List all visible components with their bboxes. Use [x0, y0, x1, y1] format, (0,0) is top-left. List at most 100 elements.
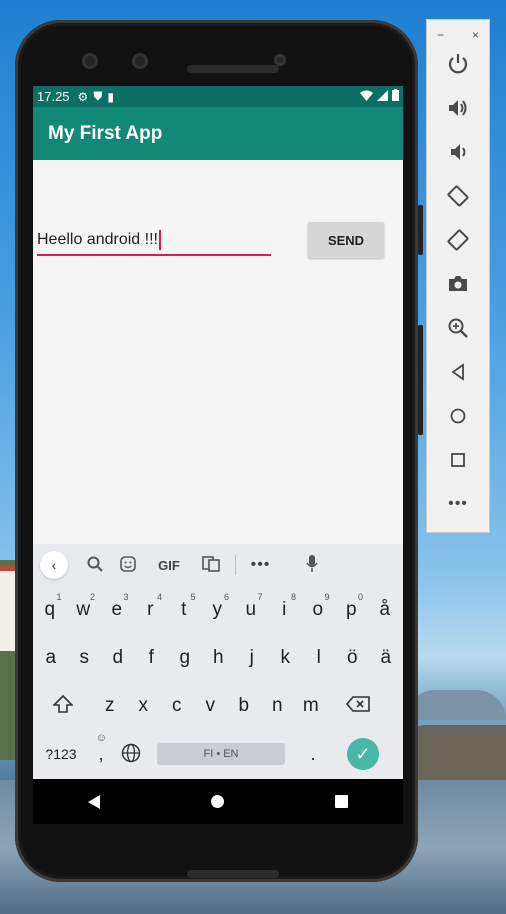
keyboard-row-3: zxcvbnm — [33, 682, 403, 730]
shift-key[interactable] — [33, 694, 93, 718]
key-hint: 5 — [190, 592, 196, 602]
checkmark-icon: ✓ — [355, 743, 371, 764]
soft-keyboard: ‹ GIF ••• q1w2e3r4t5y6u7i8o9p0å asdfghjk… — [33, 544, 403, 779]
key-f[interactable]: f — [135, 647, 169, 669]
phone-earpiece — [187, 65, 279, 73]
send-button[interactable]: SEND — [308, 222, 384, 258]
key-g[interactable]: g — [168, 647, 202, 669]
key-k[interactable]: k — [269, 647, 303, 669]
toolbar-divider — [235, 555, 236, 575]
close-button[interactable]: × — [472, 28, 479, 42]
key-j[interactable]: j — [235, 647, 269, 669]
key-r[interactable]: r4 — [134, 592, 168, 621]
overview-icon[interactable] — [427, 438, 489, 482]
key-q[interactable]: q1 — [33, 592, 67, 621]
language-globe-icon[interactable] — [113, 743, 149, 766]
key-y[interactable]: y6 — [201, 592, 235, 621]
backspace-key[interactable] — [328, 695, 388, 717]
message-input-text: Heello android !!! — [37, 231, 158, 248]
key-hint: 2 — [89, 592, 95, 602]
key-u[interactable]: u7 — [234, 592, 268, 621]
key-z[interactable]: z — [93, 695, 127, 717]
sd-card-icon: ▮ — [107, 89, 114, 104]
more-icon[interactable]: ••• — [427, 482, 489, 526]
nav-overview-icon[interactable] — [334, 795, 348, 808]
keyboard-row-1: q1w2e3r4t5y6u7i8o9p0å — [33, 586, 403, 634]
background-rocks — [405, 725, 506, 780]
key-hint: 4 — [156, 592, 162, 602]
key-v[interactable]: v — [194, 695, 228, 717]
key-ä[interactable]: ä — [369, 647, 403, 669]
keyboard-row-4: ?123 , ☺ FI • EN . ✓ — [33, 730, 403, 778]
camera-icon[interactable] — [427, 262, 489, 306]
key-hint: 3 — [123, 592, 129, 602]
gif-button[interactable]: GIF — [144, 558, 194, 573]
shield-icon: ⛊ — [93, 89, 103, 103]
key-p[interactable]: p0 — [335, 592, 369, 621]
phone-volume-button — [418, 325, 423, 435]
translate-icon[interactable] — [194, 555, 227, 575]
key-hint: 7 — [257, 592, 263, 602]
key-ö[interactable]: ö — [336, 647, 370, 669]
back-icon[interactable] — [427, 350, 489, 394]
enter-key[interactable]: ✓ — [347, 738, 379, 770]
status-bar: 17.25 ⚙ ⛊ ▮ — [33, 86, 403, 107]
key-label: q — [44, 599, 56, 620]
key-l[interactable]: l — [302, 647, 336, 669]
key-label: å — [379, 599, 391, 620]
settings-icon: ⚙ — [77, 89, 89, 104]
system-nav-bar — [33, 779, 403, 824]
key-hint: 1 — [56, 592, 62, 602]
rotate-left-icon[interactable] — [427, 174, 489, 218]
sticker-icon[interactable] — [111, 555, 144, 575]
nav-back-icon[interactable] — [88, 794, 101, 809]
key-i[interactable]: i8 — [268, 592, 302, 621]
key-å[interactable]: å — [368, 599, 402, 621]
key-c[interactable]: c — [160, 695, 194, 717]
nav-home-icon[interactable] — [210, 795, 224, 808]
volume-up-icon[interactable] — [427, 86, 489, 130]
key-t[interactable]: t5 — [167, 592, 201, 621]
minimize-button[interactable]: − — [437, 28, 444, 42]
key-e[interactable]: e3 — [100, 592, 134, 621]
key-b[interactable]: b — [227, 695, 261, 717]
space-key[interactable]: FI • EN — [157, 743, 285, 765]
key-a[interactable]: a — [34, 647, 68, 669]
signal-icon — [377, 89, 388, 104]
rotate-right-icon[interactable] — [427, 218, 489, 262]
key-n[interactable]: n — [261, 695, 295, 717]
zoom-icon[interactable] — [427, 306, 489, 350]
key-d[interactable]: d — [101, 647, 135, 669]
home-icon[interactable] — [427, 394, 489, 438]
key-o[interactable]: o9 — [301, 592, 335, 621]
keyboard-row-2: asdfghjklöä — [33, 634, 403, 682]
key-label: t — [181, 599, 187, 620]
key-hint: 0 — [357, 592, 363, 602]
key-s[interactable]: s — [68, 647, 102, 669]
status-time: 17.25 — [37, 89, 70, 104]
key-label: y — [212, 599, 223, 620]
volume-down-icon[interactable] — [427, 130, 489, 174]
key-m[interactable]: m — [294, 695, 328, 717]
power-icon[interactable] — [427, 42, 489, 86]
message-input[interactable]: Heello android !!! — [37, 226, 271, 256]
phone-side-button — [418, 205, 423, 255]
phone-bottom-speaker — [187, 870, 279, 878]
phone-screen: 17.25 ⚙ ⛊ ▮ My First App Heello android … — [33, 86, 403, 824]
emoji-hint-icon: ☺ — [95, 731, 107, 744]
key-label: u — [245, 599, 257, 620]
background-hills — [405, 690, 506, 720]
key-x[interactable]: x — [127, 695, 161, 717]
key-w[interactable]: w2 — [67, 592, 101, 621]
key-h[interactable]: h — [202, 647, 236, 669]
chevron-left-icon: ‹ — [51, 557, 57, 573]
battery-icon — [392, 89, 399, 104]
microphone-icon[interactable] — [295, 554, 328, 576]
comma-key[interactable]: , ☺ — [89, 732, 113, 765]
more-options-icon[interactable]: ••• — [244, 556, 277, 574]
keyboard-collapse-button[interactable]: ‹ — [40, 551, 68, 579]
symbols-key[interactable]: ?123 — [33, 746, 89, 762]
key-hint: 6 — [223, 592, 229, 602]
search-icon[interactable] — [78, 556, 111, 575]
period-key[interactable]: . — [293, 744, 333, 765]
